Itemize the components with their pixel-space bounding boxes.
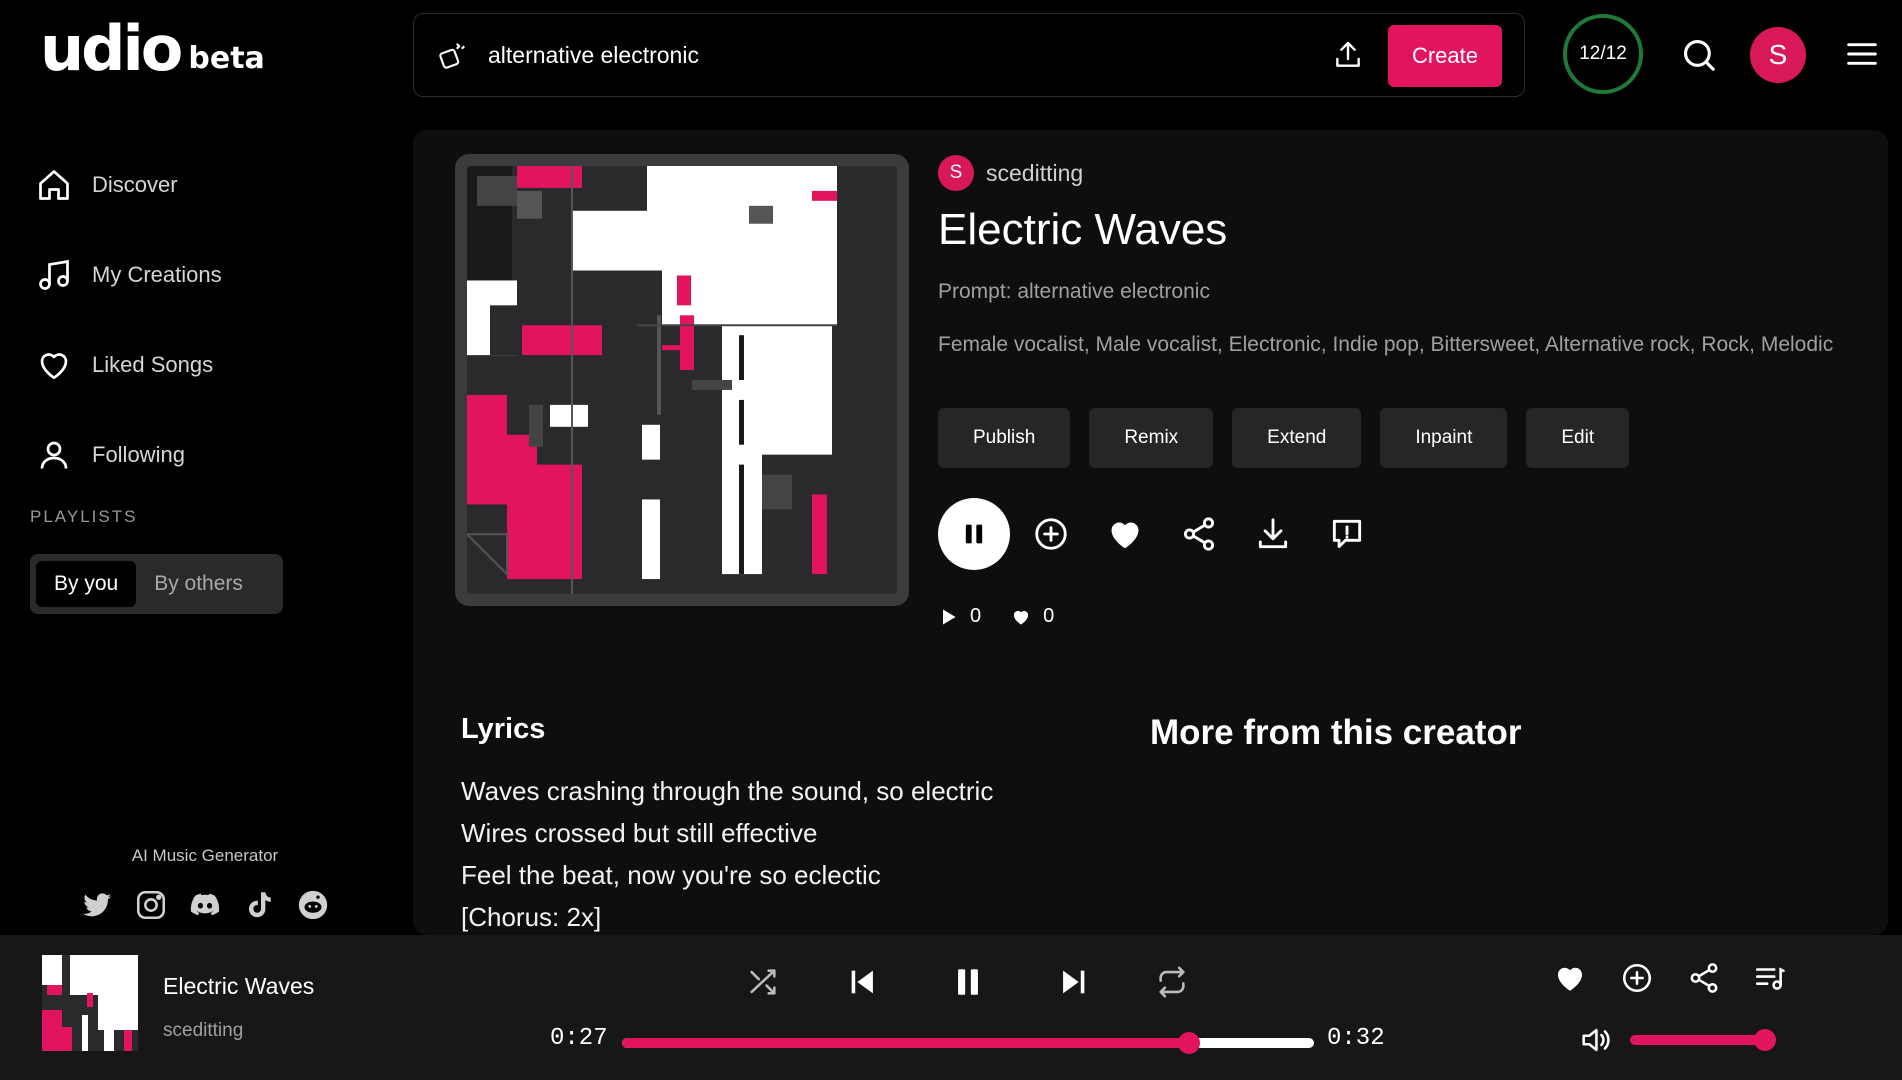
udio-logo[interactable]: udio beta	[40, 18, 265, 80]
lyrics-line: Waves crashing through the sound, so ele…	[461, 776, 994, 806]
song-stats: 0 0	[938, 605, 1054, 628]
cover-art-image	[467, 166, 897, 594]
like-heart-icon[interactable]	[1106, 515, 1144, 553]
home-icon	[39, 170, 69, 200]
playlists-heading: PLAYLISTS	[30, 507, 138, 526]
more-from-creator-heading: More from this creator	[1150, 713, 1522, 752]
lyrics-text: Waves crashing through the sound, so ele…	[461, 770, 993, 935]
prompt-input[interactable]	[488, 41, 1308, 69]
inpaint-button[interactable]: Inpaint	[1380, 408, 1508, 468]
like-count-icon	[1014, 610, 1029, 624]
pause-icon	[965, 524, 983, 544]
report-icon[interactable]	[1328, 515, 1366, 553]
creator-info[interactable]: S sceditting	[938, 155, 1083, 191]
nav-label: Following	[92, 442, 185, 467]
song-prompt: Prompt: alternative electronic	[938, 280, 1210, 303]
sidebar: udio beta Discover My Creations Liked So…	[0, 0, 400, 935]
credits-counter[interactable]: 12/12	[1563, 14, 1643, 94]
nav-item-liked-songs[interactable]: Liked Songs	[36, 320, 222, 410]
prompt-bar: Create	[413, 13, 1525, 97]
nav-item-my-creations[interactable]: My Creations	[36, 230, 222, 320]
player-bar: Electric Waves sceditting 0:27 0:32	[0, 935, 1902, 1080]
prompt-icon	[439, 42, 466, 69]
instagram-icon[interactable]	[134, 888, 168, 922]
song-cover-art	[455, 154, 909, 606]
song-detail-panel: S sceditting Electric Waves Prompt: alte…	[413, 130, 1888, 935]
upload-icon[interactable]	[1332, 39, 1364, 71]
edit-button[interactable]: Edit	[1526, 408, 1630, 468]
shuffle-icon[interactable]	[746, 965, 780, 999]
lyrics-line: Feel the beat, now you're so eclectic	[461, 860, 881, 890]
nav-item-discover[interactable]: Discover	[36, 140, 222, 230]
logo-wordmark: udio	[40, 12, 183, 85]
elapsed-time: 0:27	[550, 1025, 608, 1052]
pause-button[interactable]	[938, 498, 1010, 570]
player-share-icon[interactable]	[1687, 961, 1721, 995]
like-count: 0	[1043, 605, 1055, 627]
nav-label: Liked Songs	[92, 352, 214, 377]
tab-by-others[interactable]: By others	[136, 561, 261, 607]
ai-music-generator-label: AI Music Generator	[131, 846, 279, 865]
player-artist[interactable]: sceditting	[163, 1020, 243, 1042]
social-links	[80, 888, 330, 922]
song-title: Electric Waves	[938, 205, 1228, 254]
remix-button[interactable]: Remix	[1089, 408, 1214, 468]
player-add-icon[interactable]	[1620, 961, 1654, 995]
create-button[interactable]: Create	[1388, 25, 1502, 87]
play-count-icon	[943, 609, 956, 624]
next-track-icon[interactable]	[1056, 965, 1090, 999]
nav-label: My Creations	[92, 262, 222, 287]
reddit-icon[interactable]	[296, 888, 330, 922]
discord-icon[interactable]	[188, 888, 222, 922]
progress-handle[interactable]	[1178, 1032, 1201, 1054]
volume-icon[interactable]	[1578, 1023, 1612, 1057]
search-icon[interactable]	[1680, 36, 1718, 74]
lyrics-line: [Chorus: 2x]	[461, 902, 602, 932]
extend-button[interactable]: Extend	[1232, 408, 1362, 468]
nav-label: Discover	[92, 172, 178, 197]
previous-track-icon[interactable]	[846, 965, 880, 999]
heart-icon	[40, 353, 68, 380]
player-cover-art[interactable]	[42, 955, 138, 1051]
tab-by-you[interactable]: By you	[36, 561, 137, 607]
hamburger-menu-icon[interactable]	[1846, 40, 1878, 68]
progress-bar[interactable]	[622, 1032, 1314, 1054]
player-pause-icon[interactable]	[951, 965, 985, 999]
music-note-icon	[39, 259, 69, 290]
player-like-icon[interactable]	[1553, 961, 1587, 995]
progress-fill	[622, 1038, 1190, 1048]
twitter-icon[interactable]	[80, 888, 114, 922]
logo-beta-label: beta	[188, 41, 265, 76]
song-tags[interactable]: Female vocalist, Male vocalist, Electron…	[938, 330, 1838, 360]
publish-button[interactable]: Publish	[938, 408, 1071, 468]
total-duration: 0:32	[1327, 1025, 1385, 1052]
user-avatar[interactable]: S	[1750, 27, 1806, 83]
person-icon	[40, 441, 68, 469]
volume-handle[interactable]	[1754, 1029, 1776, 1051]
playlists-toggle: By you By others	[30, 554, 283, 614]
play-count: 0	[970, 605, 982, 627]
song-controls	[938, 498, 1366, 570]
song-actions: Publish Remix Extend Inpaint Edit	[938, 408, 1630, 468]
player-song-title[interactable]: Electric Waves	[163, 973, 314, 1000]
volume-slider[interactable]	[1630, 1029, 1776, 1051]
main-nav: Discover My Creations Liked Songs Follow…	[36, 140, 222, 500]
nav-item-following[interactable]: Following	[36, 410, 222, 500]
creator-avatar[interactable]: S	[938, 155, 974, 191]
add-to-playlist-icon[interactable]	[1032, 515, 1070, 553]
share-icon[interactable]	[1180, 515, 1218, 553]
download-icon[interactable]	[1254, 515, 1292, 553]
lyrics-heading: Lyrics	[461, 713, 546, 745]
queue-icon[interactable]	[1753, 961, 1787, 995]
tiktok-icon[interactable]	[242, 888, 276, 922]
lyrics-line: Wires crossed but still effective	[461, 818, 818, 848]
repeat-icon[interactable]	[1155, 965, 1189, 999]
creator-name[interactable]: sceditting	[986, 160, 1083, 187]
